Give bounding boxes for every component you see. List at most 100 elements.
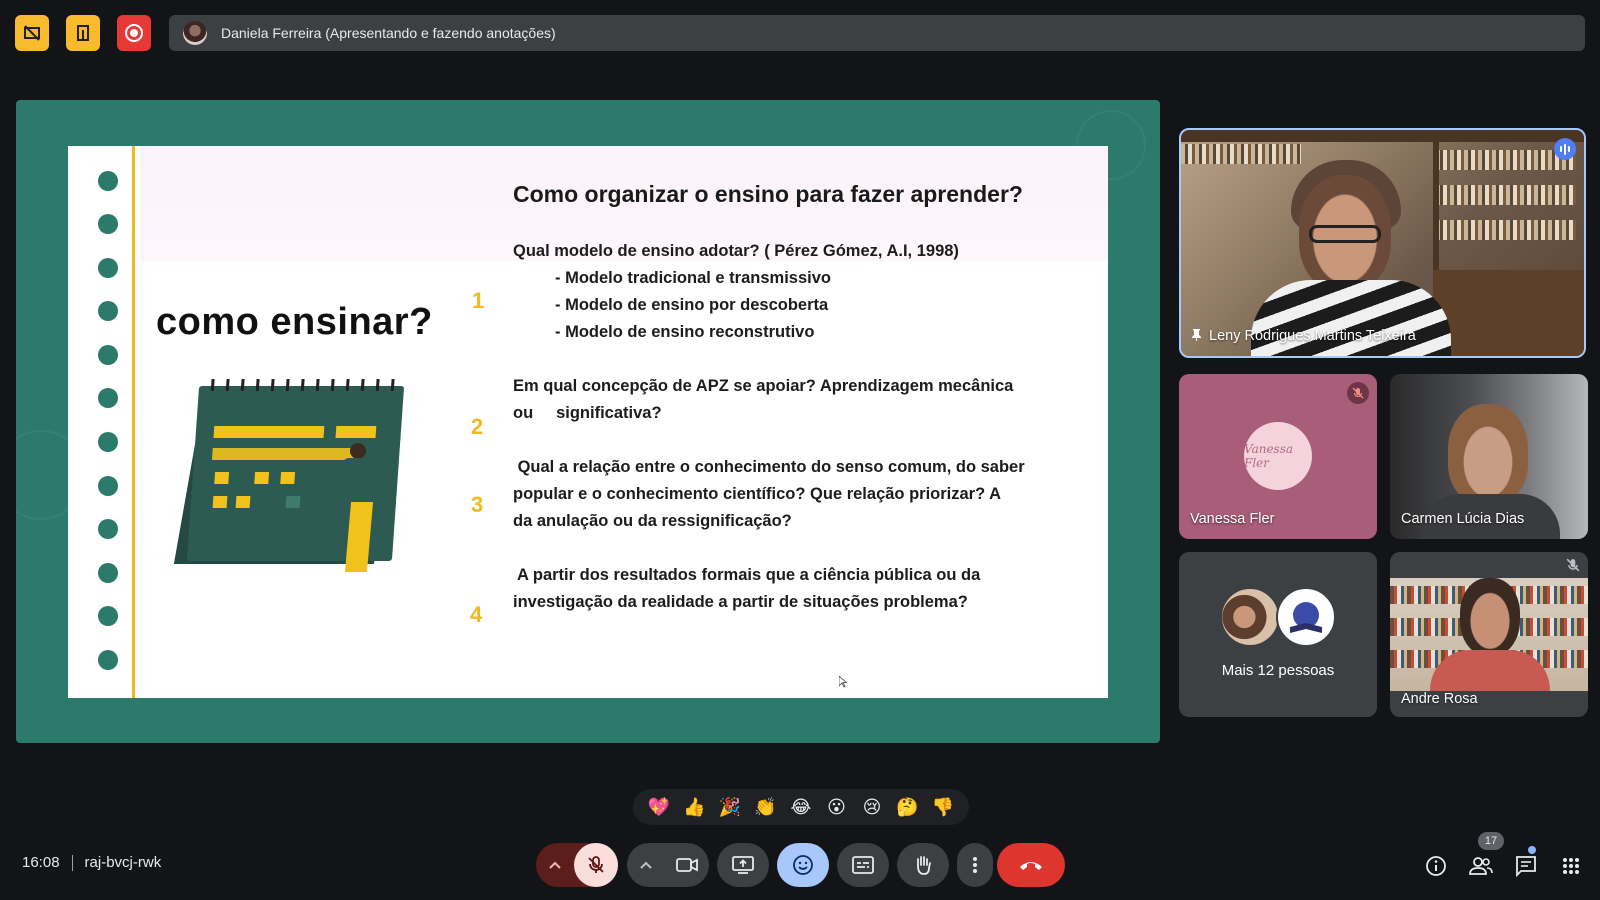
reaction-surprised[interactable]: 😮 [823,793,851,821]
slide-number-4: 4 [470,602,483,627]
spiral-hole [98,519,118,539]
reaction-thumbs-up[interactable]: 👍 [680,793,708,821]
participant-avatar [1276,587,1336,647]
spiral-hole [98,345,118,365]
recording-icon[interactable] [117,15,151,51]
mic-control-group [536,843,618,887]
participant-tile-leny[interactable]: Leny Rodrigues Martins Teixeira [1179,128,1586,358]
presenter-avatar [183,21,207,45]
mic-options-button[interactable] [536,843,574,887]
slide-number-3: 3 [471,492,484,517]
emoji-icon [793,855,813,875]
chat-button[interactable] [1512,852,1540,880]
reaction-clap[interactable]: 👏 [751,793,779,821]
spiral-hole [98,388,118,408]
mic-off-icon [588,856,604,873]
raise-hand-icon [917,856,931,875]
info-icon [1426,856,1446,876]
presenter-banner[interactable]: Daniela Ferreira (Apresentando e fazendo… [169,15,1585,51]
chevron-up-icon [549,861,561,869]
video-camera-icon [676,858,698,872]
spiral-hole [98,171,118,191]
captions-button[interactable] [837,843,889,887]
no-camera-icon[interactable] [15,15,49,51]
question-4-line: investigação da realidade a partir de si… [513,593,968,611]
reaction-heart[interactable]: 💖 [645,793,673,821]
more-vert-icon [973,857,977,873]
slide-number-2: 2 [471,414,484,439]
participant-name: Carmen Lúcia Dias [1401,511,1525,527]
question-4-line: A partir dos resultados formais que a ci… [513,566,981,584]
speaking-indicator-icon [1554,138,1576,160]
participant-tile-andre[interactable]: Andre Rosa [1390,552,1588,717]
reaction-thumbs-down[interactable]: 👎 [929,793,957,821]
people-count-badge: 17 [1478,832,1504,850]
participant-name: Vanessa Fler [1190,511,1275,527]
slide-title: Como organizar o ensino para fazer apren… [513,181,1023,207]
spiral-hole [98,258,118,278]
reaction-sad[interactable]: 😢 [858,793,886,821]
participant-name: Andre Rosa [1401,691,1478,707]
meeting-details-button[interactable] [1422,852,1450,880]
spiral-hole [98,606,118,626]
question-3-line: da anulação ou da ressignificação? [513,512,792,530]
spiral-hole [98,563,118,583]
companion-mode-icon[interactable] [66,15,100,51]
reaction-laugh[interactable]: 😂 [787,793,815,821]
spiral-hole [98,214,118,234]
presentation-slide: Como organizar o ensino para fazer apren… [68,146,1108,698]
leave-call-button[interactable] [997,843,1065,887]
spiral-hole [98,476,118,496]
meet-window: Daniela Ferreira (Apresentando e fazendo… [0,0,1600,900]
reaction-thinking[interactable]: 🤔 [894,793,922,821]
question-1: Qual modelo de ensino adotar? ( Pérez Gó… [513,242,959,260]
question-3-line: popular e o conhecimento científico? Que… [513,485,1002,503]
pin-icon[interactable] [1192,329,1201,341]
spiral-hole [98,650,118,670]
mouse-cursor-icon [839,676,847,688]
present-screen-button[interactable] [717,843,769,887]
slide-number-1: 1 [472,288,485,313]
participant-name: Leny Rodrigues Martins Teixeira [1209,328,1416,344]
people-icon [1469,857,1493,875]
reaction-party[interactable]: 🎉 [716,793,744,821]
slide-heading: como ensinar? [156,301,433,343]
raise-hand-button[interactable] [897,843,949,887]
camera-toggle-button[interactable] [665,843,709,887]
camera-control-group [627,843,709,887]
participant-avatar [1220,587,1280,647]
slide-margin-line [132,146,135,698]
question-1-item: - Modelo de ensino reconstrutivo [555,323,815,341]
meeting-info: 16:08 raj-bvcj-rwk [22,854,161,871]
reactions-bar: 💖 👍 🎉 👏 😂 😮 😢 🤔 👎 [633,789,969,825]
participant-tile-carmen[interactable]: Carmen Lúcia Dias [1390,374,1588,539]
present-screen-icon [732,856,754,874]
question-3-line: Qual a relação entre o conhecimento do s… [513,458,1025,476]
more-options-button[interactable] [957,843,993,887]
participant-tile-vanessa[interactable]: Vanessa Fler Vanessa Fler [1179,374,1377,539]
vanessa-avatar-logo: Vanessa Fler [1244,422,1312,490]
chat-icon [1516,856,1536,877]
presenter-label: Daniela Ferreira (Apresentando e fazendo… [221,25,556,41]
muted-mic-icon [1566,558,1580,572]
apps-grid-icon [1563,858,1579,874]
question-1-item: - Modelo de ensino por descoberta [555,296,829,314]
meeting-code: raj-bvcj-rwk [84,854,162,871]
meeting-time: 16:08 [22,854,60,871]
camera-options-button[interactable] [627,843,665,887]
activities-button[interactable] [1557,852,1585,880]
spiral-hole [98,432,118,452]
more-participants-tile[interactable]: Mais 12 pessoas [1179,552,1377,717]
people-button[interactable] [1467,852,1495,880]
mic-toggle-button[interactable] [574,843,618,887]
question-2-line: Em qual concepção de APZ se apoiar? Apre… [513,377,1014,395]
reactions-button[interactable] [777,843,829,887]
chevron-up-icon [640,861,652,869]
muted-mic-icon [1347,382,1369,404]
more-participants-label: Mais 12 pessoas [1221,662,1335,679]
shared-screen: Como organizar o ensino para fazer apren… [16,100,1160,743]
chat-notification-dot [1528,846,1536,854]
question-1-item: - Modelo tradicional e transmissivo [555,269,831,287]
captions-icon [852,856,874,874]
end-call-icon [1020,862,1042,870]
